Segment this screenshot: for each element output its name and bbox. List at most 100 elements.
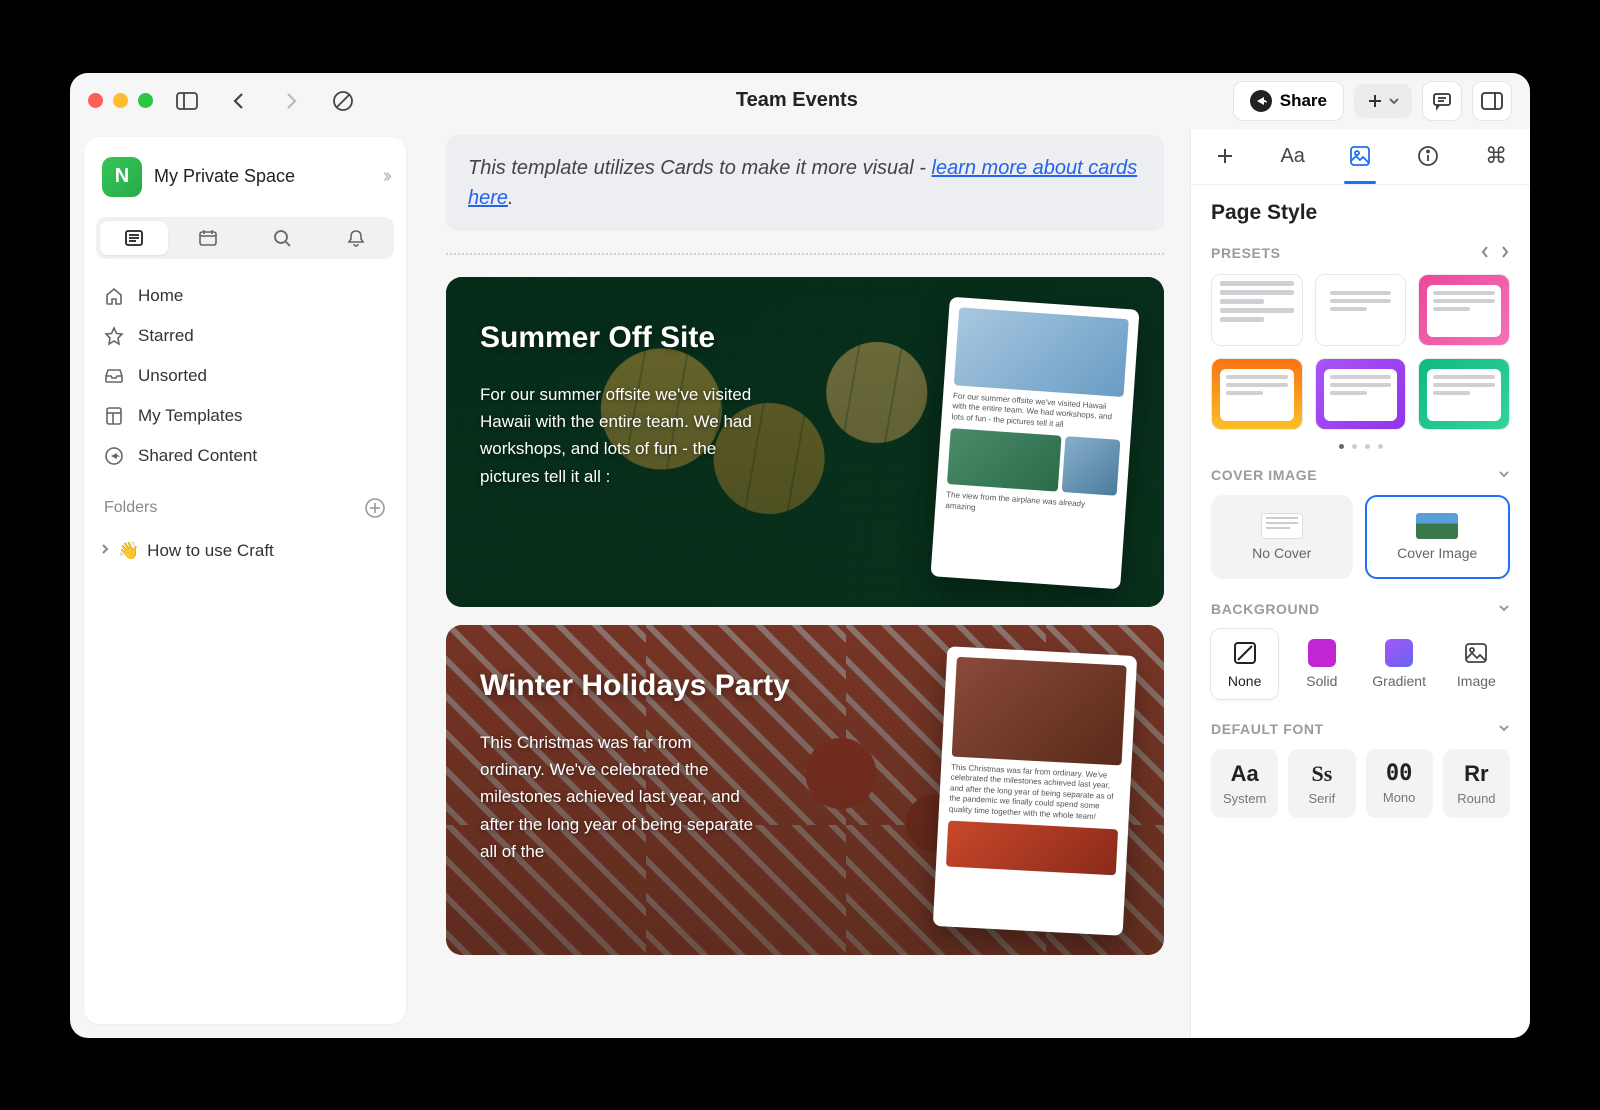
sidebar-container: N My Private Space ›› (70, 129, 420, 1038)
presets-header: PRESETS (1211, 245, 1281, 261)
background-option-label: Gradient (1372, 673, 1426, 689)
sidebar-item-label: My Templates (138, 406, 243, 426)
cover-option-image[interactable]: Cover Image (1365, 495, 1511, 579)
preset-option[interactable] (1418, 274, 1510, 346)
plus-icon (1215, 146, 1235, 166)
comments-button[interactable] (1422, 81, 1462, 121)
command-icon: ⌘ (1485, 143, 1507, 169)
nav-forward-button[interactable] (273, 83, 309, 119)
sidebar-item-label: Shared Content (138, 446, 257, 466)
font-header: DEFAULT FONT (1211, 721, 1324, 737)
background-option-gradient[interactable]: Gradient (1366, 629, 1433, 699)
preview-text: For our summer offsite we've visited Haw… (951, 391, 1123, 434)
font-option-mono[interactable]: 00 Mono (1366, 749, 1433, 818)
solid-icon (1308, 639, 1336, 667)
panel-tab-style[interactable] (1338, 134, 1382, 178)
zoom-window-button[interactable] (138, 93, 153, 108)
add-folder-button[interactable] (364, 497, 386, 519)
font-sample: Rr (1464, 761, 1488, 787)
preset-option[interactable] (1315, 274, 1407, 346)
card-description: For our summer offsite we've visited Haw… (480, 381, 760, 490)
background-option-none[interactable]: None (1211, 629, 1278, 699)
panel-tab-add[interactable] (1203, 134, 1247, 178)
presets-next-button[interactable] (1500, 245, 1510, 262)
preset-option[interactable] (1315, 358, 1407, 430)
workspace-icon: N (102, 157, 142, 197)
preset-option[interactable] (1418, 358, 1510, 430)
preset-option[interactable] (1211, 358, 1303, 430)
close-window-button[interactable] (88, 93, 103, 108)
background-header: BACKGROUND (1211, 601, 1320, 617)
preview-text: This Christmas was far from ordinary. We… (949, 762, 1121, 823)
panel-tab-info[interactable] (1406, 134, 1450, 178)
folder-emoji: 👋 (118, 541, 139, 561)
chevron-right-icon: ›› (383, 165, 388, 188)
preview-image (954, 307, 1129, 397)
chevron-down-icon[interactable] (1498, 721, 1510, 737)
preset-option[interactable] (1211, 274, 1303, 346)
card-title: Winter Holidays Party (480, 669, 828, 704)
background-option-label: Solid (1306, 673, 1337, 689)
panel-tab-shortcuts[interactable]: ⌘ (1474, 134, 1518, 178)
font-option-round[interactable]: Rr Round (1443, 749, 1510, 818)
card-title: Summer Off Site (480, 321, 828, 356)
sync-status-icon[interactable] (325, 83, 361, 119)
font-option-serif[interactable]: Ss Serif (1288, 749, 1355, 818)
sidebar-item-home[interactable]: Home (96, 277, 394, 315)
presets-prev-button[interactable] (1480, 245, 1490, 262)
preview-image (952, 656, 1127, 765)
card-preview-page: For our summer offsite we've visited Haw… (930, 296, 1139, 589)
font-option-system[interactable]: Aa System (1211, 749, 1278, 818)
folder-item[interactable]: 👋 How to use Craft (96, 533, 394, 569)
background-option-image[interactable]: Image (1443, 629, 1510, 699)
preview-image (946, 820, 1118, 875)
share-label: Share (1280, 91, 1327, 111)
share-arrow-icon (104, 446, 124, 466)
search-tab[interactable] (248, 221, 316, 255)
card-preview-page: This Christmas was far from ordinary. We… (933, 646, 1137, 936)
card-description: This Christmas was far from ordinary. We… (480, 729, 760, 865)
chevron-down-icon[interactable] (1498, 601, 1510, 617)
sidebar-item-starred[interactable]: Starred (96, 317, 394, 355)
cover-option-label: No Cover (1252, 545, 1311, 561)
app-window: Team Events Share (70, 73, 1530, 1038)
preview-image (1061, 436, 1120, 496)
panel-tabs: Aa ⌘ (1191, 129, 1530, 185)
font-label: Round (1457, 791, 1495, 806)
sidebar-item-templates[interactable]: My Templates (96, 397, 394, 435)
gradient-icon (1385, 639, 1413, 667)
event-card-summer[interactable]: Summer Off Site For our summer offsite w… (446, 277, 1164, 607)
template-icon (104, 406, 124, 426)
titlebar: Team Events Share (70, 73, 1530, 129)
toggle-right-panel-button[interactable] (1472, 81, 1512, 121)
presets-grid (1211, 274, 1510, 430)
new-document-button[interactable] (1354, 84, 1412, 118)
background-option-solid[interactable]: Solid (1288, 629, 1355, 699)
calendar-view-tab[interactable] (174, 221, 242, 255)
window-controls (88, 93, 153, 108)
workspace-switcher[interactable]: N My Private Space ›› (96, 151, 394, 203)
template-hint: This template utilizes Cards to make it … (446, 135, 1164, 231)
panel-tab-text[interactable]: Aa (1271, 134, 1315, 178)
panel-icon (1481, 92, 1503, 110)
chevron-down-icon (1388, 95, 1400, 107)
minimize-window-button[interactable] (113, 93, 128, 108)
page-title: Team Events (377, 89, 1217, 112)
list-view-tab[interactable] (100, 221, 168, 255)
cover-option-label: Cover Image (1397, 545, 1477, 561)
cover-header: COVER IMAGE (1211, 467, 1317, 483)
nav-back-button[interactable] (221, 83, 257, 119)
share-button[interactable]: Share (1233, 81, 1344, 121)
notifications-tab[interactable] (322, 221, 390, 255)
chevron-down-icon[interactable] (1498, 467, 1510, 483)
divider (446, 253, 1164, 255)
cover-option-none[interactable]: No Cover (1211, 495, 1353, 579)
inbox-icon (104, 366, 124, 386)
toggle-sidebar-button[interactable] (169, 83, 205, 119)
sidebar-item-shared[interactable]: Shared Content (96, 437, 394, 475)
event-card-winter[interactable]: Winter Holidays Party This Christmas was… (446, 625, 1164, 955)
chevron-right-icon (100, 541, 110, 561)
font-sample: Ss (1311, 761, 1332, 787)
folders-section-header: Folders (96, 483, 394, 525)
sidebar-item-unsorted[interactable]: Unsorted (96, 357, 394, 395)
